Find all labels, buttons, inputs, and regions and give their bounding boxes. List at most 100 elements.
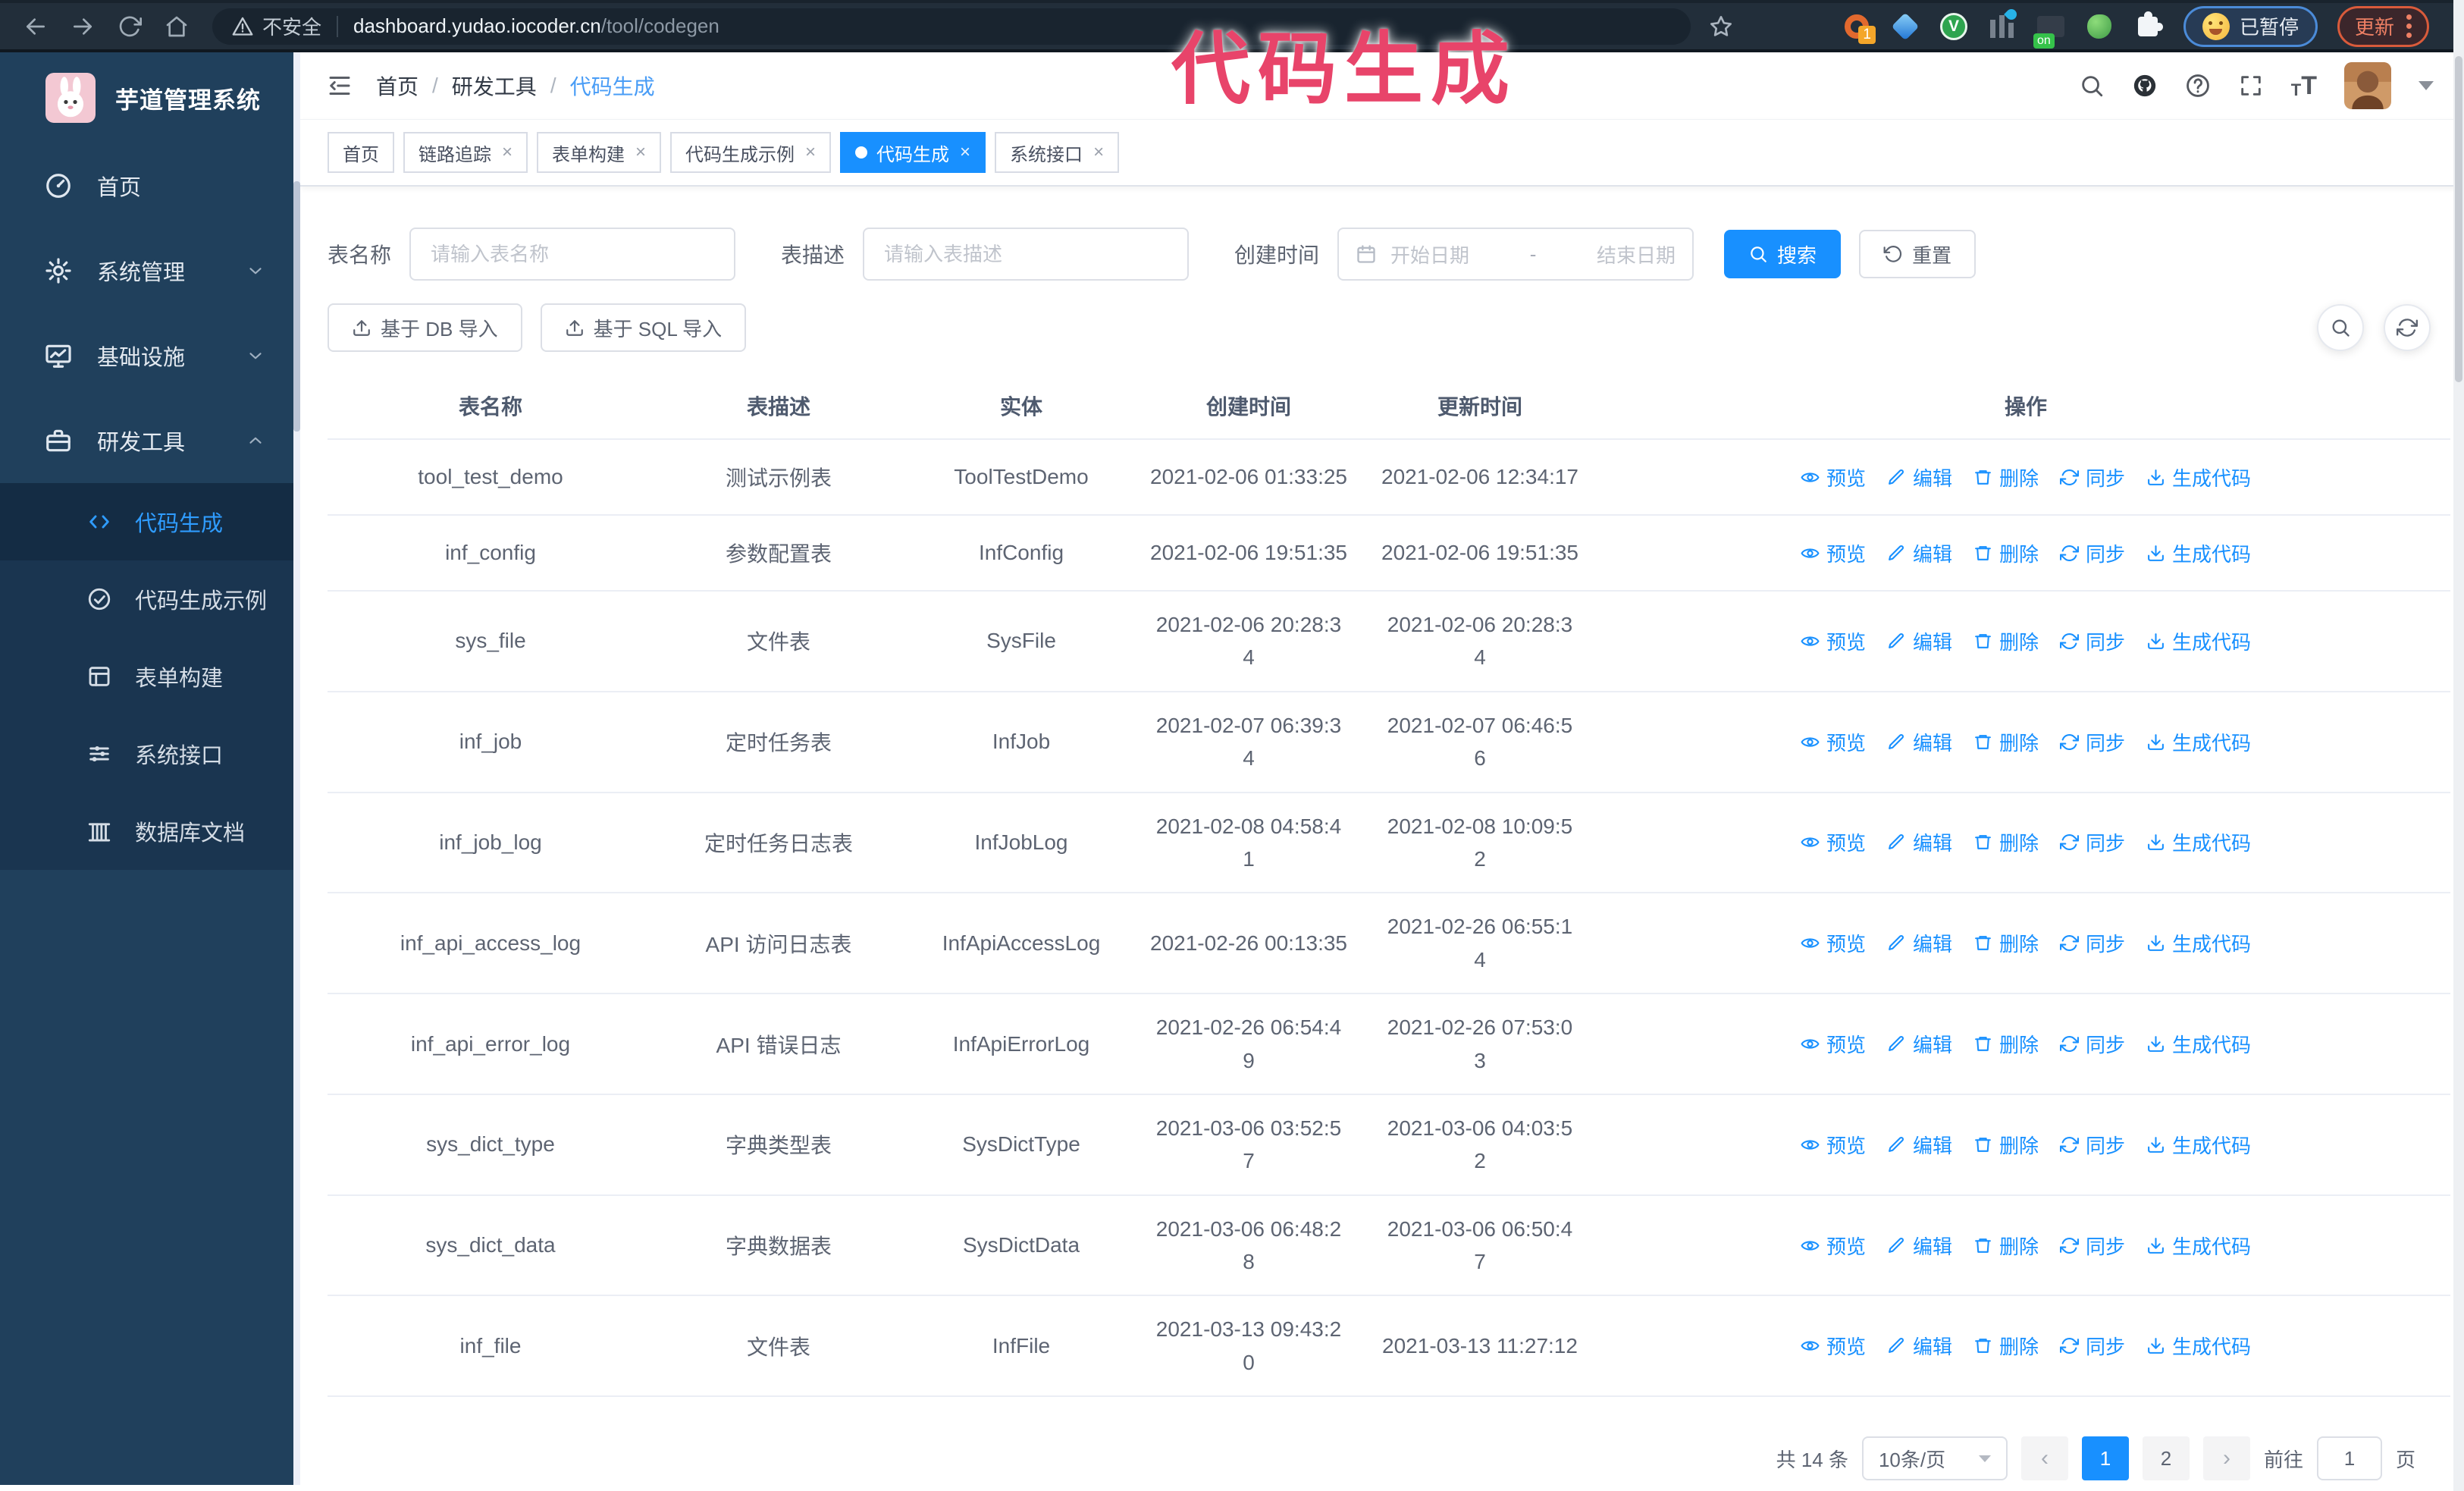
tab-codegen-example[interactable]: 代码生成示例 ×	[670, 132, 832, 173]
start-date-placeholder[interactable]: 开始日期	[1390, 240, 1469, 268]
sidebar-item-devtools[interactable]: 研发工具	[0, 398, 300, 483]
generate-code-link[interactable]: 生成代码	[2146, 728, 2251, 756]
preview-link[interactable]: 预览	[1801, 828, 1866, 856]
tab-tracing[interactable]: 链路追踪 ×	[403, 132, 528, 173]
profile-paused-pill[interactable]: 已暂停	[2183, 5, 2318, 47]
tab-home[interactable]: 首页	[328, 132, 394, 173]
edit-link[interactable]: 编辑	[1887, 539, 1952, 567]
close-icon[interactable]: ×	[635, 142, 646, 163]
preview-link[interactable]: 预览	[1801, 1131, 1866, 1159]
edit-link[interactable]: 编辑	[1887, 1332, 1952, 1360]
delete-link[interactable]: 删除	[1973, 1332, 2039, 1360]
sidebar-fold-icon[interactable]	[326, 72, 353, 99]
preview-link[interactable]: 预览	[1801, 627, 1866, 655]
delete-link[interactable]: 删除	[1973, 929, 2039, 957]
app-logo-row[interactable]: 芋道管理系统	[0, 52, 300, 143]
forward-button[interactable]	[65, 9, 100, 44]
sidebar-scrollbar-thumb[interactable]	[293, 181, 300, 432]
sync-link[interactable]: 同步	[2060, 1332, 2125, 1360]
preview-link[interactable]: 预览	[1801, 1232, 1866, 1260]
generate-code-link[interactable]: 生成代码	[2146, 828, 2251, 856]
goto-page-input[interactable]	[2316, 1436, 2382, 1481]
sidebar-item-home[interactable]: 首页	[0, 143, 300, 228]
preview-link[interactable]: 预览	[1801, 1030, 1866, 1058]
bookmark-star-icon[interactable]	[1709, 14, 1733, 39]
breadcrumb-devtools[interactable]: 研发工具	[452, 71, 537, 101]
sidebar-item-codegen-example[interactable]: 代码生成示例	[0, 560, 300, 638]
generate-code-link[interactable]: 生成代码	[2146, 539, 2251, 567]
sync-link[interactable]: 同步	[2060, 1131, 2125, 1159]
sidebar-item-system-api[interactable]: 系统接口	[0, 715, 300, 793]
extension-gem-icon[interactable]	[1891, 12, 1920, 41]
sidebar-item-form-builder[interactable]: 表单构建	[0, 638, 300, 715]
sql-import-button[interactable]: 基于 SQL 导入	[540, 303, 747, 352]
tab-codegen[interactable]: 代码生成 ×	[840, 132, 986, 173]
close-icon[interactable]: ×	[1093, 142, 1104, 163]
address-bar[interactable]: 不安全 dashboard.yudao.iocoder.cn/tool/code…	[212, 8, 1691, 45]
sync-link[interactable]: 同步	[2060, 539, 2125, 567]
generate-code-link[interactable]: 生成代码	[2146, 1332, 2251, 1360]
generate-code-link[interactable]: 生成代码	[2146, 929, 2251, 957]
reload-button[interactable]	[112, 9, 147, 44]
font-size-icon[interactable]: TT	[2291, 73, 2317, 99]
refresh-button[interactable]	[2384, 304, 2431, 351]
sync-link[interactable]: 同步	[2060, 828, 2125, 856]
close-icon[interactable]: ×	[805, 142, 816, 163]
github-icon[interactable]	[2132, 73, 2158, 99]
page-scrollbar-thumb[interactable]	[2455, 56, 2462, 382]
date-range-picker[interactable]: 开始日期 - 结束日期	[1337, 228, 1694, 281]
edit-link[interactable]: 编辑	[1887, 463, 1952, 491]
security-label[interactable]: 不安全	[262, 12, 321, 40]
sync-link[interactable]: 同步	[2060, 1030, 2125, 1058]
edit-link[interactable]: 编辑	[1887, 929, 1952, 957]
page-size-select[interactable]: 10条/页	[1861, 1436, 2008, 1481]
delete-link[interactable]: 删除	[1973, 463, 2039, 491]
menu-dots-icon[interactable]	[2406, 14, 2412, 38]
home-button[interactable]	[159, 9, 194, 44]
preview-link[interactable]: 预览	[1801, 929, 1866, 957]
delete-link[interactable]: 删除	[1973, 828, 2039, 856]
tab-form-builder[interactable]: 表单构建 ×	[537, 132, 662, 173]
close-icon[interactable]: ×	[960, 142, 970, 163]
breadcrumb-home[interactable]: 首页	[376, 71, 419, 101]
help-icon[interactable]	[2185, 73, 2211, 99]
sync-link[interactable]: 同步	[2060, 463, 2125, 491]
avatar[interactable]	[2344, 62, 2391, 109]
end-date-placeholder[interactable]: 结束日期	[1597, 240, 1676, 268]
tab-system-api[interactable]: 系统接口 ×	[995, 132, 1120, 173]
sync-link[interactable]: 同步	[2060, 1232, 2125, 1260]
preview-link[interactable]: 预览	[1801, 1332, 1866, 1360]
extension-screen-icon[interactable]: on	[2033, 12, 2065, 49]
edit-link[interactable]: 编辑	[1887, 1030, 1952, 1058]
sidebar-item-system[interactable]: 系统管理	[0, 228, 300, 313]
search-button[interactable]: 搜索	[1724, 230, 1842, 278]
delete-link[interactable]: 删除	[1973, 539, 2039, 567]
toggle-search-button[interactable]	[2317, 304, 2364, 351]
db-import-button[interactable]: 基于 DB 导入	[328, 303, 522, 352]
preview-link[interactable]: 预览	[1801, 539, 1866, 567]
generate-code-link[interactable]: 生成代码	[2146, 1131, 2251, 1159]
prev-page-button[interactable]: ‹	[2020, 1436, 2068, 1481]
header-search-icon[interactable]	[2079, 73, 2105, 99]
sidebar-item-db-doc[interactable]: 数据库文档	[0, 793, 300, 870]
chevron-down-icon[interactable]	[2419, 81, 2434, 90]
generate-code-link[interactable]: 生成代码	[2146, 463, 2251, 491]
sync-link[interactable]: 同步	[2060, 929, 2125, 957]
delete-link[interactable]: 删除	[1973, 1030, 2039, 1058]
edit-link[interactable]: 编辑	[1887, 627, 1952, 655]
extension-puzzle-icon[interactable]	[2133, 11, 2163, 41]
sidebar-item-infra[interactable]: 基础设施	[0, 313, 300, 398]
extension-shield-icon[interactable]: V	[1939, 12, 1968, 41]
browser-update-button[interactable]: 更新	[2337, 5, 2429, 47]
sidebar-item-codegen[interactable]: 代码生成	[0, 483, 300, 560]
page-button-1[interactable]: 1	[2081, 1436, 2129, 1481]
extension-animal-icon[interactable]	[2085, 12, 2114, 41]
generate-code-link[interactable]: 生成代码	[2146, 1232, 2251, 1260]
edit-link[interactable]: 编辑	[1887, 728, 1952, 756]
page-button-2[interactable]: 2	[2142, 1436, 2190, 1481]
edit-link[interactable]: 编辑	[1887, 1232, 1952, 1260]
back-button[interactable]	[18, 9, 53, 44]
sync-link[interactable]: 同步	[2060, 728, 2125, 756]
fullscreen-icon[interactable]	[2238, 73, 2264, 99]
delete-link[interactable]: 删除	[1973, 1232, 2039, 1260]
